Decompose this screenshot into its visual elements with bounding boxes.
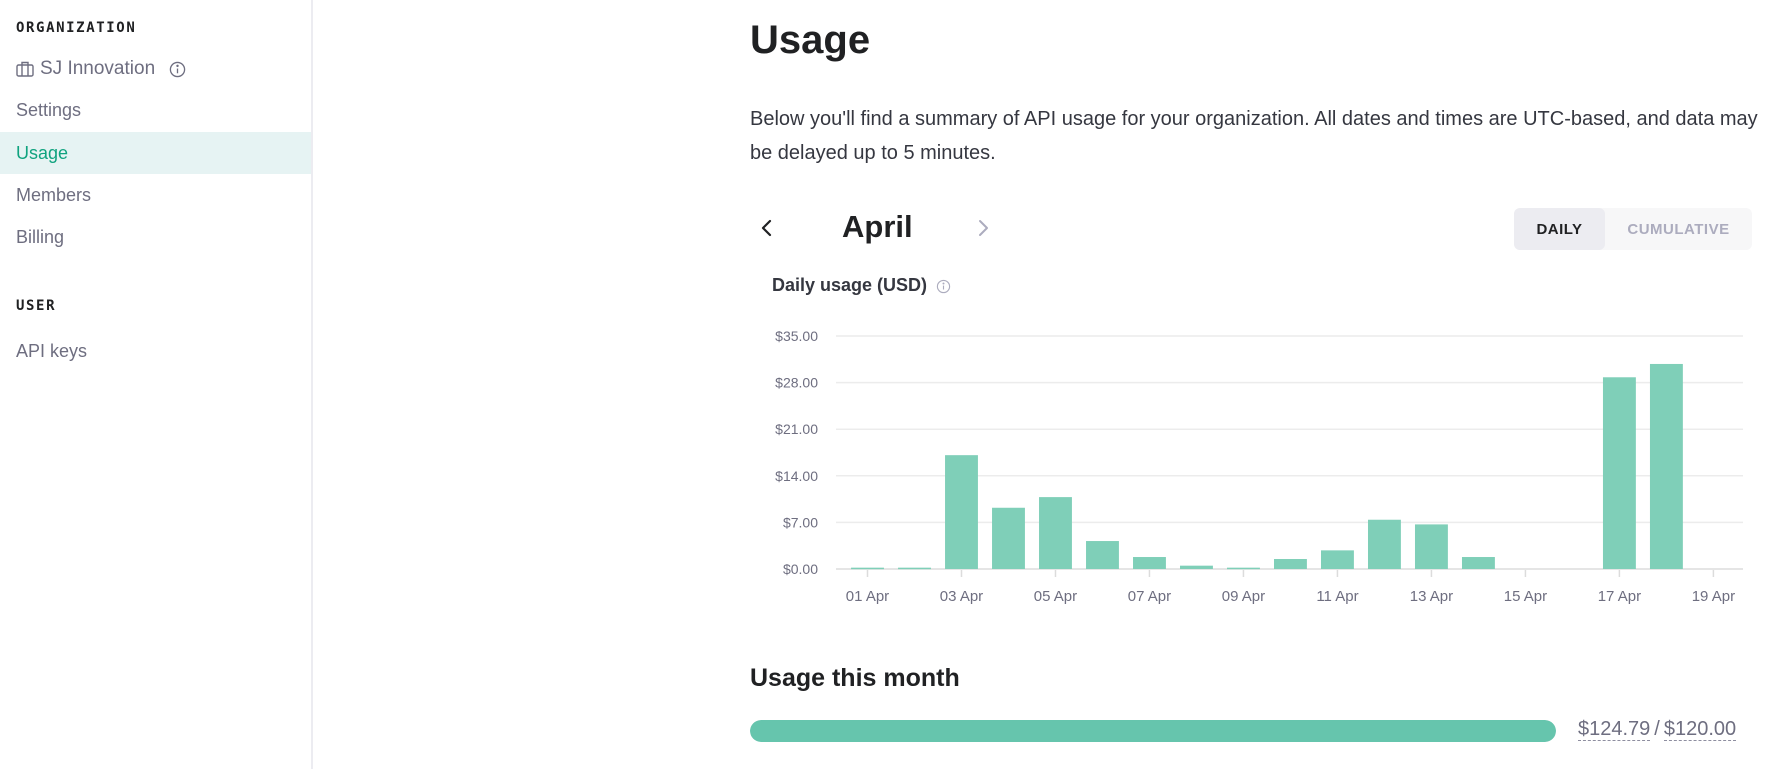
chevron-right-icon [979, 220, 988, 236]
bar-17-apr[interactable] [1602, 377, 1636, 569]
sidebar-item-label: Billing [16, 226, 65, 247]
cumulative-toggle-button[interactable]: CUMULATIVE [1605, 208, 1752, 250]
usage-amount[interactable]: $124.79 [1578, 718, 1651, 741]
y-tick-label: $21.00 [775, 421, 818, 437]
current-month: April [842, 209, 913, 244]
next-month-button[interactable] [970, 213, 996, 243]
sidebar-item-label: API keys [16, 340, 88, 361]
usage-this-month-title: Usage this month [750, 664, 960, 692]
bar-12-apr[interactable] [1367, 519, 1401, 569]
bar-06-apr[interactable] [1086, 541, 1119, 569]
organization-name: SJ Innovation [40, 58, 156, 79]
bar-05-apr[interactable] [1039, 497, 1072, 569]
info-icon[interactable] [169, 61, 186, 78]
bar-11-apr[interactable] [1320, 550, 1354, 569]
y-tick-label: $0.00 [783, 561, 818, 577]
x-tick-label: 09 Apr [1222, 588, 1265, 605]
x-tick-label: 19 Apr [1692, 588, 1735, 605]
x-tick-label: 01 Apr [846, 588, 889, 605]
bar-10-apr[interactable] [1274, 559, 1307, 569]
sidebar-item-settings[interactable]: Settings [0, 89, 311, 131]
previous-month-button[interactable] [754, 213, 780, 243]
bar-13-apr[interactable] [1414, 524, 1448, 569]
x-tick-label: 03 Apr [940, 588, 983, 605]
chart-title-text: Daily usage (USD) [772, 275, 928, 295]
x-tick-label: 13 Apr [1410, 588, 1453, 605]
info-icon[interactable] [936, 278, 951, 294]
sidebar-item-label: Members [16, 184, 92, 205]
x-tick-label: 07 Apr [1128, 588, 1171, 605]
sidebar-item-label: Usage [16, 142, 69, 163]
bar-07-apr[interactable] [1133, 557, 1166, 569]
building-icon [16, 61, 34, 77]
usage-amounts: $124.79/$120.00 [1578, 718, 1737, 741]
sidebar-item-api-keys[interactable]: API keys [0, 330, 311, 372]
sidebar-item-usage[interactable]: Usage [0, 132, 311, 174]
usage-progress-fill [750, 720, 1556, 742]
sidebar-item-label: Settings [16, 99, 82, 120]
page-description: Below you'll find a summary of API usage… [750, 108, 1758, 164]
y-tick-label: $28.00 [775, 375, 818, 391]
sidebar-item-billing[interactable]: Billing [0, 216, 311, 258]
bar-09-apr[interactable] [1227, 567, 1260, 570]
view-toggle: DAILY CUMULATIVE [1514, 208, 1752, 250]
bar-02-apr[interactable] [898, 567, 931, 570]
sidebar: ORGANIZATION SJ Innovation Settings Usag… [0, 0, 313, 769]
usage-limit[interactable]: $120.00 [1663, 718, 1737, 741]
page-title: Usage [750, 18, 871, 62]
bar-14-apr[interactable] [1461, 557, 1495, 569]
usage-separator: / [1654, 718, 1660, 740]
organization-heading: ORGANIZATION [16, 20, 137, 36]
organization-name-row: SJ Innovation [16, 58, 186, 80]
chevron-left-icon [761, 219, 772, 237]
sidebar-item-members[interactable]: Members [0, 174, 311, 216]
bar-03-apr[interactable] [945, 455, 978, 569]
bar-04-apr[interactable] [992, 507, 1025, 569]
y-tick-label: $14.00 [775, 468, 818, 484]
y-tick-label: $7.00 [783, 514, 818, 530]
y-tick-label: $35.00 [775, 328, 818, 344]
bar-08-apr[interactable] [1180, 565, 1213, 569]
bar-01-apr[interactable] [851, 567, 884, 570]
user-heading: USER [16, 298, 57, 314]
x-tick-label: 17 Apr [1598, 588, 1641, 605]
x-tick-label: 11 Apr [1316, 588, 1358, 605]
chart-title: Daily usage (USD) [772, 275, 951, 296]
x-tick-label: 05 Apr [1034, 588, 1077, 605]
daily-toggle-button[interactable]: DAILY [1514, 208, 1605, 250]
bar-18-apr[interactable] [1649, 363, 1683, 569]
month-navigator: April [750, 205, 1010, 251]
x-tick-label: 15 Apr [1504, 588, 1547, 605]
usage-progress-bar [750, 720, 1556, 742]
